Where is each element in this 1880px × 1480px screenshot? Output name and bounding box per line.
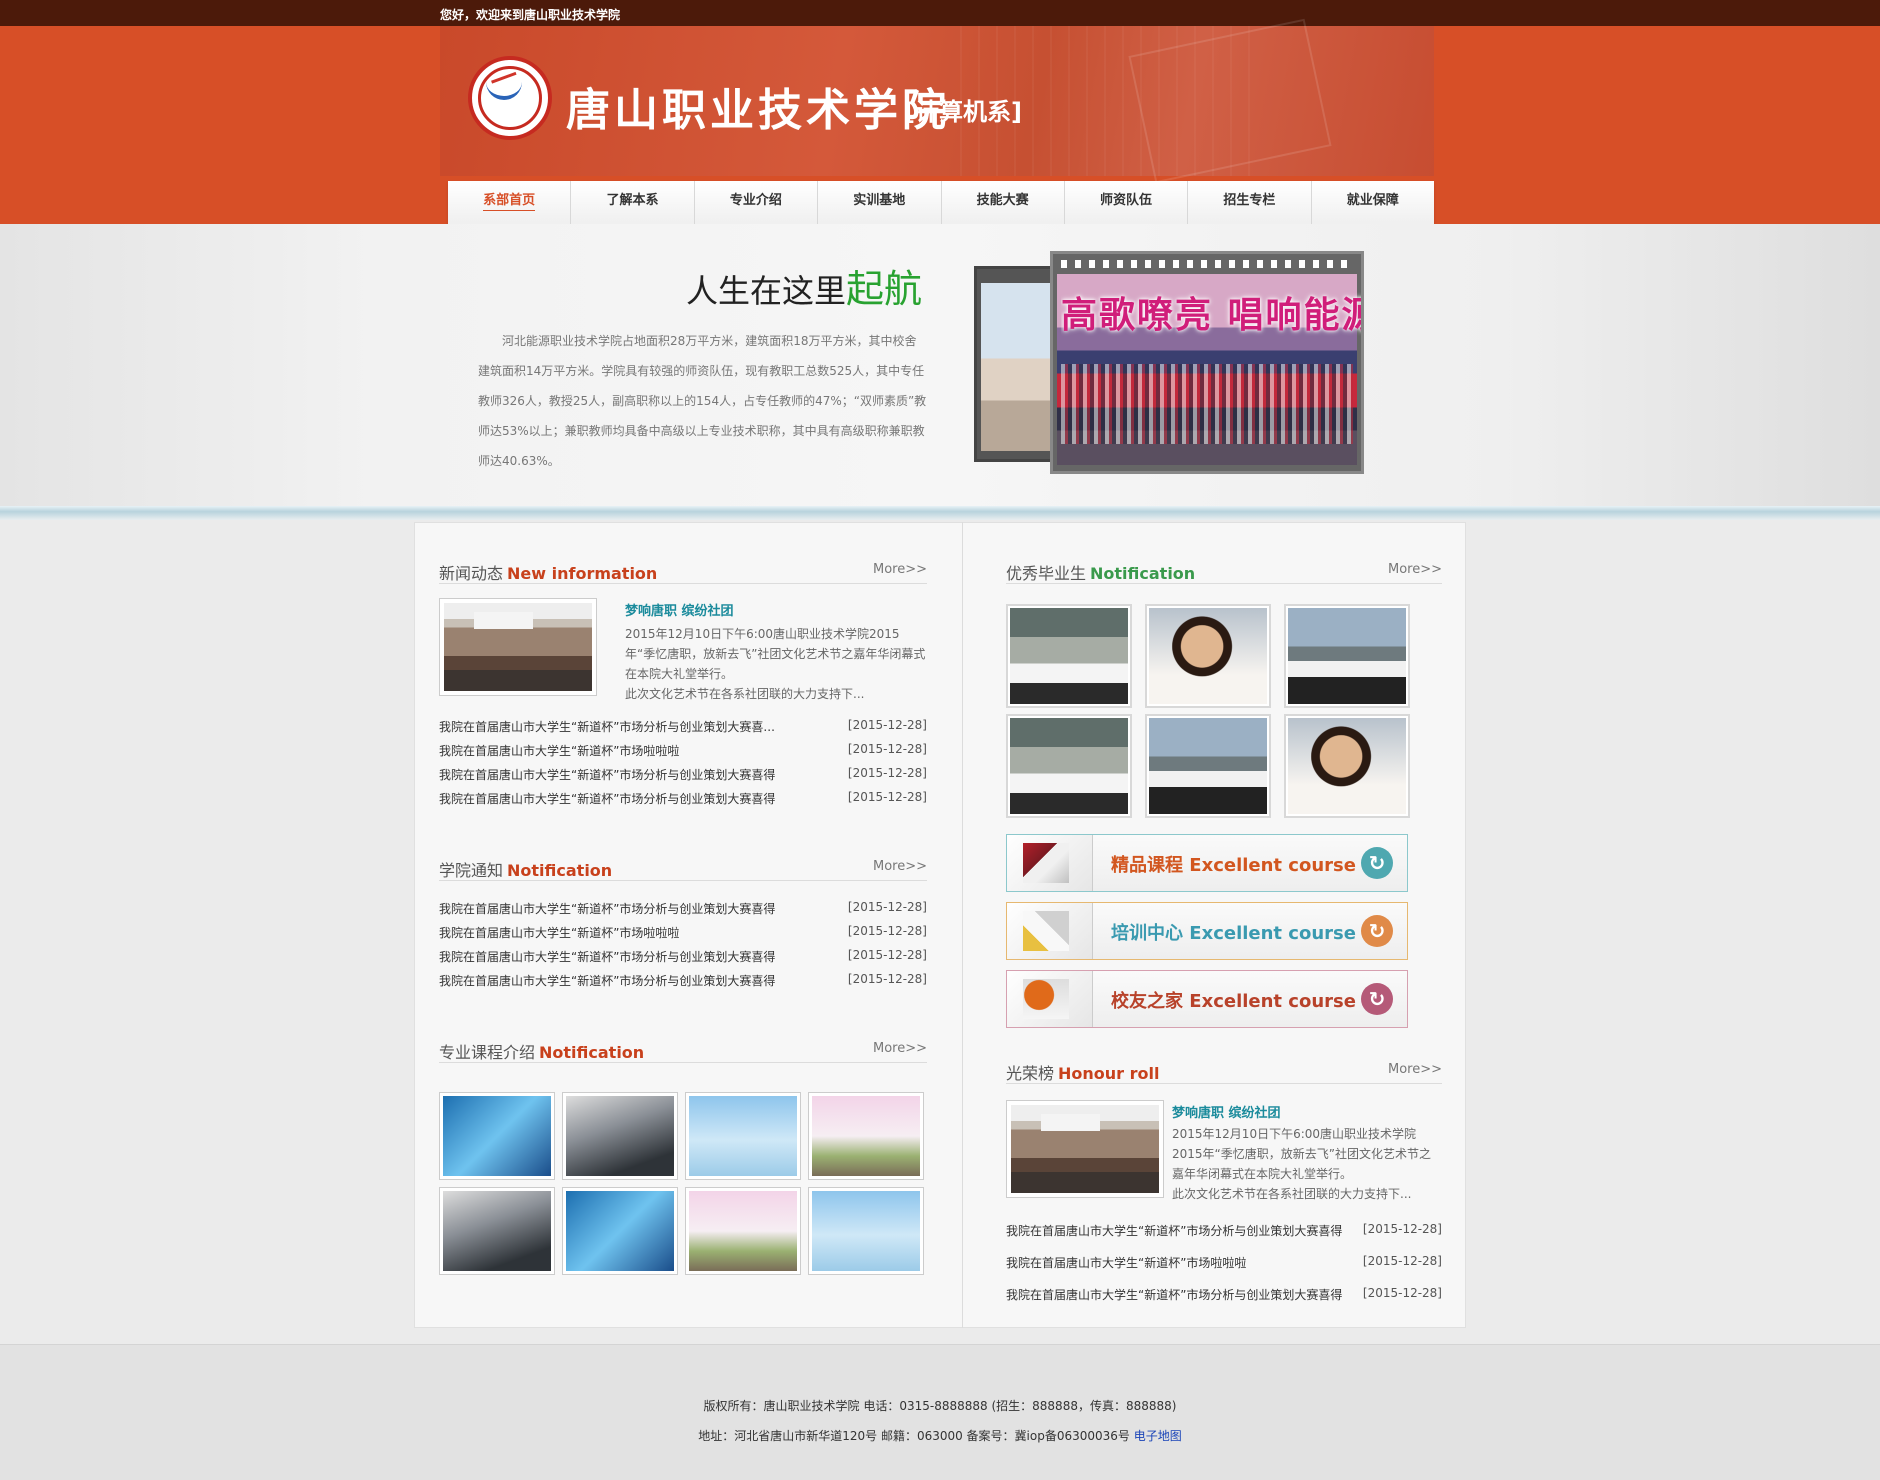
hero-section [0, 224, 1880, 506]
graduates-header: 优秀毕业生 Notification More>> [1006, 562, 1442, 584]
honour-header: 光荣榜 Honour roll More>> [1006, 1062, 1442, 1084]
list-item[interactable]: 我院在首届唐山市大学生“新道杯”市场分析与创业策划大赛喜得 [2015-12-28… [1006, 1282, 1442, 1314]
column-divider [962, 522, 963, 1328]
news-feature-text: 2015年12月10日下午6:00唐山职业技术学院2015年“季忆唐职，放新去飞… [625, 627, 926, 701]
graduate-photo[interactable] [1006, 714, 1132, 818]
notice-header: 学院通知 Notification More>> [439, 859, 927, 881]
nav-item-faculty[interactable]: 师资队伍 [1065, 181, 1189, 228]
map-link[interactable]: 电子地图 [1134, 1429, 1182, 1443]
graduate-photo[interactable] [1006, 604, 1132, 708]
main-nav: 系部首页 了解本系 专业介绍 实训基地 技能大赛 师资队伍 招生专栏 就业保障 [448, 181, 1434, 228]
news-feature-title[interactable]: 梦响唐职 缤纷社团 [625, 600, 734, 619]
hero-divider [0, 506, 1880, 520]
list-item[interactable]: 我院在首届唐山市大学生“新道杯”市场分析与创业策划大赛喜得 [2015-12-28… [439, 968, 927, 992]
alumni-home-button[interactable]: 校友之家 Excellent course ↻ [1006, 970, 1408, 1028]
list-item[interactable]: 我院在首届唐山市大学生“新道杯”市场分析与创业策划大赛喜得 [2015-12-28… [439, 786, 927, 810]
honour-feature-thumb[interactable] [1006, 1100, 1164, 1198]
notice-more-link[interactable]: More>> [873, 859, 927, 874]
notice-list: 我院在首届唐山市大学生“新道杯”市场分析与创业策划大赛喜得 [2015-12-28… [439, 896, 927, 992]
book-icon [1023, 843, 1069, 883]
graduate-photo[interactable] [1145, 604, 1271, 708]
hero-title: 人生在这里起航 [686, 267, 923, 311]
basketball-icon [1023, 979, 1069, 1019]
news-more-link[interactable]: More>> [873, 562, 927, 577]
list-item[interactable]: 我院在首届唐山市大学生“新道杯”市场啦啦啦 [2015-12-28] [1006, 1250, 1442, 1282]
arrow-circle-icon: ↻ [1361, 983, 1393, 1015]
course-thumb[interactable] [562, 1187, 678, 1275]
nav-item-admissions[interactable]: 招生专栏 [1188, 181, 1312, 228]
honour-feature-text: 2015年12月10日下午6:00唐山职业技术学院2015年“季忆唐职，放新去飞… [1172, 1127, 1431, 1201]
list-item[interactable]: 我院在首届唐山市大学生“新道杯”市场分析与创业策划大赛喜得 [2015-12-28… [1006, 1218, 1442, 1250]
arrow-circle-icon: ↻ [1361, 915, 1393, 947]
list-item[interactable]: 我院在首届唐山市大学生“新道杯”市场分析与创业策划大赛喜得 [2015-12-28… [439, 944, 927, 968]
graduates-more-link[interactable]: More>> [1388, 562, 1442, 577]
honour-list: 我院在首届唐山市大学生“新道杯”市场分析与创业策划大赛喜得 [2015-12-28… [1006, 1218, 1442, 1314]
pencil-ruler-icon [1023, 911, 1069, 951]
honour-feature: 梦响唐职 缤纷社团 2015年12月10日下午6:00唐山职业技术学院2015年… [1006, 1100, 1442, 1202]
list-item[interactable]: 我院在首届唐山市大学生“新道杯”市场分析与创业策划大赛喜得 [2015-12-28… [439, 896, 927, 920]
nav-item-employment[interactable]: 就业保障 [1312, 181, 1434, 228]
excellent-course-button[interactable]: 精品课程 Excellent course ↻ [1006, 834, 1408, 892]
honour-more-link[interactable]: More>> [1388, 1062, 1442, 1077]
list-item[interactable]: 我院在首届唐山市大学生“新道杯”市场分析与创业策划大赛喜得 [2015-12-28… [439, 762, 927, 786]
course-thumb[interactable] [439, 1092, 555, 1180]
hero-photo-front[interactable]: 高歌嘹亮 唱响能源 [1050, 251, 1364, 474]
welcome-text: 您好，欢迎来到唐山职业技术学院 [440, 8, 621, 22]
graduate-photo[interactable] [1284, 604, 1410, 708]
course-thumb[interactable] [685, 1187, 801, 1275]
graduate-photos [1006, 604, 1410, 818]
nav-item-home[interactable]: 系部首页 [448, 181, 572, 228]
news-feature: 梦响唐职 缤纷社团 2015年12月10日下午6:00唐山职业技术学院2015年… [439, 598, 927, 701]
nav-item-training-base[interactable]: 实训基地 [818, 181, 942, 228]
nav-item-competition[interactable]: 技能大赛 [942, 181, 1065, 228]
top-bar: 您好，欢迎来到唐山职业技术学院 [0, 0, 1880, 26]
nav-item-about[interactable]: 了解本系 [571, 181, 695, 228]
course-thumb[interactable] [439, 1187, 555, 1275]
honour-feature-title[interactable]: 梦响唐职 缤纷社团 [1172, 1102, 1281, 1121]
footer-copyright: 版权所有：唐山职业技术学院 电话：0315-8888888 (招生：888888… [703, 1399, 1177, 1413]
training-center-button[interactable]: 培训中心 Excellent course ↻ [1006, 902, 1408, 960]
course-thumb[interactable] [685, 1092, 801, 1180]
school-name: 唐山职业技术学院 [566, 85, 950, 136]
course-thumbnails [439, 1092, 924, 1275]
graduate-photo[interactable] [1145, 714, 1271, 818]
courses-header: 专业课程介绍 Notification More>> [439, 1041, 927, 1063]
course-thumb[interactable] [562, 1092, 678, 1180]
list-item[interactable]: 我院在首届唐山市大学生“新道杯”市场啦啦啦 [2015-12-28] [439, 738, 927, 762]
arrow-circle-icon: ↻ [1361, 847, 1393, 879]
course-thumb[interactable] [808, 1187, 924, 1275]
courses-more-link[interactable]: More>> [873, 1041, 927, 1056]
news-list: 我院在首届唐山市大学生“新道杯”市场分析与创业策划大赛喜... [2015-12-… [439, 714, 927, 810]
graduate-photo[interactable] [1284, 714, 1410, 818]
list-item[interactable]: 我院在首届唐山市大学生“新道杯”市场啦啦啦 [2015-12-28] [439, 920, 927, 944]
hero-photo-caption: 高歌嘹亮 唱响能源 [1061, 295, 1361, 336]
hero-intro-text: 河北能源职业技术学院占地面积28万平方米，建筑面积18万平方米，其中校舍建筑面积… [478, 334, 927, 468]
news-header: 新闻动态 New information More>> [439, 562, 927, 584]
school-logo-icon[interactable] [468, 56, 552, 140]
nav-item-majors[interactable]: 专业介绍 [695, 181, 819, 228]
news-feature-thumb[interactable] [439, 598, 597, 696]
department-name: [计算机系] [904, 98, 1022, 126]
list-item[interactable]: 我院在首届唐山市大学生“新道杯”市场分析与创业策划大赛喜... [2015-12-… [439, 714, 927, 738]
footer-address: 地址：河北省唐山市新华道120号 邮籍：063000 备案号：冀iop备0630… [698, 1429, 1182, 1443]
course-thumb[interactable] [808, 1092, 924, 1180]
